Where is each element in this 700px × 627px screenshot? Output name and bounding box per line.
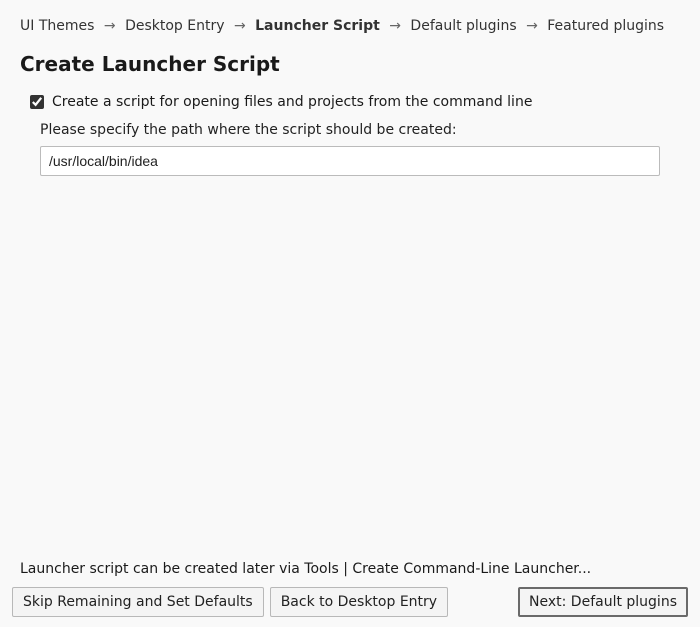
- breadcrumb-sep: →: [104, 18, 116, 34]
- breadcrumb-item-desktop-entry[interactable]: Desktop Entry: [125, 18, 224, 34]
- create-script-checkbox-label[interactable]: Create a script for opening files and pr…: [52, 94, 532, 110]
- breadcrumb-item-ui-themes[interactable]: UI Themes: [20, 18, 94, 34]
- skip-button[interactable]: Skip Remaining and Set Defaults: [12, 587, 264, 617]
- breadcrumb-item-featured-plugins[interactable]: Featured plugins: [547, 18, 664, 34]
- breadcrumb-item-launcher-script[interactable]: Launcher Script: [255, 18, 380, 34]
- next-button[interactable]: Next: Default plugins: [518, 587, 688, 617]
- breadcrumb-sep: →: [526, 18, 538, 34]
- content-area: Create a script for opening files and pr…: [0, 94, 700, 176]
- breadcrumb: UI Themes → Desktop Entry → Launcher Scr…: [0, 0, 700, 42]
- page-title: Create Launcher Script: [0, 42, 700, 94]
- hint-text: Launcher script can be created later via…: [20, 561, 591, 577]
- path-label: Please specify the path where the script…: [40, 122, 660, 138]
- footer-bar: Skip Remaining and Set Defaults Back to …: [12, 587, 688, 617]
- create-script-checkbox[interactable]: [30, 95, 44, 109]
- path-input[interactable]: [40, 146, 660, 176]
- breadcrumb-sep: →: [234, 18, 246, 34]
- breadcrumb-item-default-plugins[interactable]: Default plugins: [410, 18, 516, 34]
- back-button[interactable]: Back to Desktop Entry: [270, 587, 448, 617]
- breadcrumb-sep: →: [389, 18, 401, 34]
